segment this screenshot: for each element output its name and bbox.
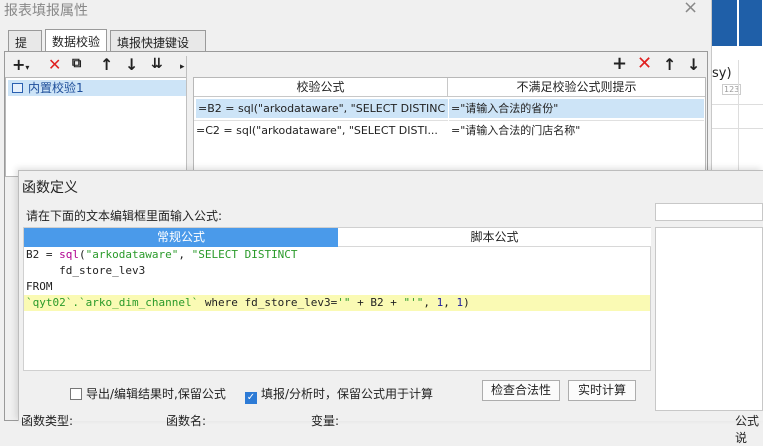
code-line-4: `qyt02`.`arko_dim_channel` where fd_stor…: [24, 295, 650, 311]
option-label: 填报/分析时，保留公式用于计算: [261, 387, 434, 401]
grid-line: [738, 60, 739, 170]
formula-toolbar: + ✕ ↑ ↓: [193, 55, 706, 75]
function-definition-dialog: 函数定义 请在下面的文本编辑框里面输入公式: 常规公式 脚本公式 B2 = sq…: [18, 170, 763, 445]
checkbox-unchecked[interactable]: [70, 388, 82, 400]
tab-normal-formula[interactable]: 常规公式: [24, 228, 338, 247]
arrow-down-icon[interactable]: ↓: [687, 57, 700, 73]
table-row-hint[interactable]: ="请输入合法的省份": [449, 99, 704, 118]
close-icon[interactable]: ×: [683, 0, 698, 18]
header-cell: [739, 0, 763, 46]
validation-formula-grid: 校验公式 不满足校验公式则提示 =B2 = sql("arkodataware"…: [193, 77, 706, 177]
copy-icon[interactable]: ⧉: [72, 56, 81, 72]
tab-data-validation[interactable]: 数据校验: [45, 29, 107, 51]
rule-list: 内置校验1: [5, 77, 187, 177]
code-line-1: B2 = sql("arkodataware", "SELECT DISTINC…: [26, 248, 298, 261]
instruction-text: 请在下面的文本编辑框里面输入公式:: [26, 209, 223, 223]
header-cell: [712, 0, 738, 46]
dialog-title: 报表填报属性: [4, 3, 88, 19]
rule-icon: [12, 83, 23, 93]
move-bottom-icon[interactable]: ⇊: [151, 56, 163, 72]
cell-text: sy): [712, 66, 732, 81]
rule-toolbar: +▾ ✕ ⧉ ↑ ↓ ⇊ ▸: [8, 55, 186, 75]
function-description-panel: [655, 227, 763, 411]
delete-icon[interactable]: ✕: [48, 57, 61, 73]
delete-icon[interactable]: ✕: [637, 55, 652, 73]
pane-splitter[interactable]: [186, 56, 192, 176]
rule-item-builtin-1[interactable]: 内置校验1: [8, 80, 186, 96]
check-validity-button[interactable]: 检查合法性: [482, 380, 560, 401]
option-keep-formula-export[interactable]: 导出/编辑结果时,保留公式: [70, 385, 226, 402]
function-search-input[interactable]: [655, 203, 763, 221]
tab-fill-shortcuts[interactable]: 填报快捷键设置: [110, 30, 206, 67]
arrow-up-icon[interactable]: ↑: [100, 57, 113, 73]
realtime-calc-button[interactable]: 实时计算: [568, 380, 636, 401]
formula-editor[interactable]: 常规公式 脚本公式 B2 = sql("arkodataware", "SELE…: [23, 227, 651, 371]
chevron-right-icon[interactable]: ▸: [180, 59, 185, 75]
option-label: 导出/编辑结果时,保留公式: [86, 387, 226, 401]
dialog-title: 函数定义: [22, 180, 78, 196]
add-icon[interactable]: +: [612, 55, 627, 73]
table-row-hint[interactable]: ="请输入合法的门店名称": [449, 120, 704, 139]
tab-submit[interactable]: 提交: [8, 30, 42, 67]
code-line-3: FROM: [26, 280, 53, 293]
add-dropdown-icon[interactable]: +▾: [12, 57, 29, 76]
code-line-2: fd_store_lev3: [26, 264, 146, 277]
column-header-formula: 校验公式: [194, 78, 448, 97]
arrow-down-icon[interactable]: ↓: [125, 57, 138, 73]
column-header-hint: 不满足校验公式则提示: [448, 78, 705, 97]
tab-script-formula[interactable]: 脚本公式: [338, 228, 651, 247]
formula-description-label: 公式说: [735, 414, 760, 445]
table-row-formula[interactable]: =C2 = sql("arkodataware", "SELECT DISTI.…: [194, 120, 448, 139]
option-keep-formula-fill[interactable]: ✓ 填报/分析时，保留公式用于计算: [245, 385, 433, 404]
checkbox-checked-icon[interactable]: ✓: [245, 392, 257, 404]
table-row-formula[interactable]: =B2 = sql("arkodataware", "SELECT DISTIN…: [196, 99, 448, 118]
rule-item-label: 内置校验1: [28, 81, 84, 95]
arrow-up-icon[interactable]: ↑: [663, 57, 676, 73]
